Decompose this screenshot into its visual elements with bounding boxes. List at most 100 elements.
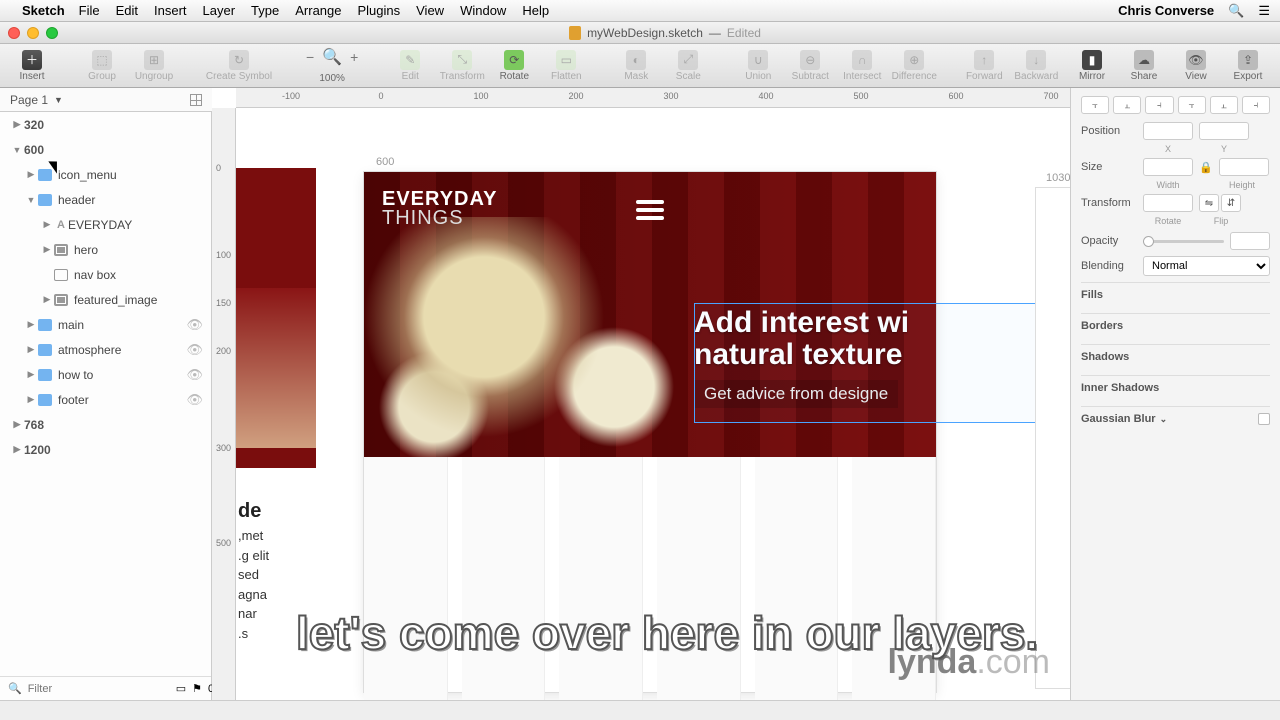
text-layer-icon: A [54,219,68,231]
window-titlebar: myWebDesign.sketch — Edited [0,22,1280,44]
window-close-button[interactable] [8,27,20,39]
artboard-next-preview[interactable] [1036,188,1070,688]
export-button[interactable]: ⇪Export [1224,46,1272,86]
align-right-button[interactable]: ⫞ [1145,96,1173,114]
intersect-button[interactable]: ∩Intersect [838,46,886,86]
layer-featured-image[interactable]: featured_image [0,287,211,312]
align-top-button[interactable]: ⫟ [1178,96,1206,114]
menu-help[interactable]: Help [522,3,549,18]
layer-everyday[interactable]: AEVERYDAY [0,212,211,237]
flip-h-button[interactable]: ⇋ [1199,194,1219,212]
align-center-v-button[interactable]: ⫠ [1210,96,1238,114]
difference-button[interactable]: ⊕Difference [890,46,938,86]
subtract-button[interactable]: ⊖Subtract [786,46,834,86]
menu-list-icon[interactable]: ☰ [1258,3,1270,19]
main-area: Page 1 ▼ 320 600 icon_menu header AEVERY… [0,88,1280,700]
layer-icon-menu[interactable]: icon_menu [0,162,211,187]
layer-footer[interactable]: footer👁 [0,387,211,412]
hamburger-icon[interactable] [636,200,664,220]
menu-window[interactable]: Window [460,3,506,18]
spotlight-icon[interactable]: 🔍 [1228,3,1244,19]
view-button[interactable]: 👁View [1172,46,1220,86]
transform-button[interactable]: ⤡Transform [438,46,486,86]
create-symbol-button[interactable]: ↻Create Symbol [200,46,278,86]
borders-section[interactable]: Borders [1081,313,1270,338]
zoom-icon[interactable]: 🔍 [322,47,342,67]
window-minimize-button[interactable] [27,27,39,39]
position-y-input[interactable] [1199,122,1249,140]
artboard-320[interactable]: 320 [0,112,211,137]
clipped-text: de met, g elit. sed agna nar s. [238,496,278,643]
flip-v-button[interactable]: ⇵ [1221,194,1241,212]
height-input[interactable] [1219,158,1269,176]
position-x-input[interactable] [1143,122,1193,140]
zoom-in-button[interactable]: + [348,49,360,65]
menu-layer[interactable]: Layer [203,3,236,18]
canvas[interactable]: 600 EVERYDAY THINGS Add interest winatur… [236,108,1070,700]
menu-type[interactable]: Type [251,3,279,18]
visibility-icon[interactable]: 👁 [186,317,203,333]
backward-button[interactable]: ↓Backward [1012,46,1060,86]
shadows-section[interactable]: Shadows [1081,344,1270,369]
scale-button[interactable]: ⤢Scale [664,46,712,86]
page-selector[interactable]: Page 1 ▼ [0,88,212,112]
align-bottom-button[interactable]: ⫞ [1242,96,1270,114]
folder-icon [38,369,52,381]
mirror-button[interactable]: ▮Mirror [1068,46,1116,86]
artboard-1200[interactable]: 1200 [0,437,211,462]
share-button[interactable]: ☁Share [1120,46,1168,86]
ruler-vertical[interactable]: 0 100 150 200 300 500 [212,108,236,700]
union-button[interactable]: ∪Union [734,46,782,86]
ungroup-button[interactable]: ⊞Ungroup [130,46,178,86]
align-left-button[interactable]: ⫟ [1081,96,1109,114]
menu-edit[interactable]: Edit [116,3,138,18]
visibility-icon[interactable]: 👁 [186,367,203,383]
layer-navbox[interactable]: nav box [0,262,211,287]
menu-arrange[interactable]: Arrange [295,3,341,18]
folder-icon [38,194,52,206]
edit-button[interactable]: ✎Edit [386,46,434,86]
menu-file[interactable]: File [79,3,100,18]
menu-view[interactable]: View [416,3,444,18]
width-input[interactable] [1143,158,1193,176]
flatten-button[interactable]: ▭Flatten [542,46,590,86]
filter-toggle-icon[interactable]: ▭ [176,682,186,695]
gaussian-blur-section[interactable]: Gaussian Blur⌄ [1081,406,1270,431]
window-zoom-button[interactable] [46,27,58,39]
ruler-horizontal[interactable]: -100 0 100 200 300 400 500 600 700 [236,88,1070,108]
menu-plugins[interactable]: Plugins [357,3,400,18]
visibility-icon[interactable]: 👁 [186,392,203,408]
opacity-input[interactable] [1230,232,1270,250]
filter-flag-icon[interactable]: ⚑ [192,682,202,695]
layer-main[interactable]: main👁 [0,312,211,337]
layer-hero[interactable]: hero [0,237,211,262]
mask-button[interactable]: ◐Mask [612,46,660,86]
artboard-768[interactable]: 768 [0,412,211,437]
layer-header[interactable]: header [0,187,211,212]
artboard-600[interactable]: 600 [0,137,211,162]
lock-aspect-icon[interactable]: 🔒 [1199,161,1213,174]
opacity-slider[interactable] [1143,240,1224,243]
rotate-input[interactable] [1143,194,1193,212]
inner-shadows-section[interactable]: Inner Shadows [1081,375,1270,400]
app-name[interactable]: Sketch [22,3,65,18]
blend-mode-select[interactable]: Normal [1143,256,1270,276]
menubar-user[interactable]: Chris Converse [1118,3,1214,18]
zoom-out-button[interactable]: − [304,49,316,65]
insert-button[interactable]: ＋Insert [8,46,56,86]
artboard-grid-icon[interactable] [190,94,202,106]
chevron-down-icon[interactable]: ⌄ [1160,414,1168,425]
visibility-icon[interactable]: 👁 [186,342,203,358]
layer-filter-input[interactable] [28,683,170,695]
group-button[interactable]: ⬚Group [78,46,126,86]
fills-section[interactable]: Fills [1081,282,1270,307]
forward-button[interactable]: ↑Forward [960,46,1008,86]
layer-howto[interactable]: how to👁 [0,362,211,387]
layer-atmosphere[interactable]: atmosphere👁 [0,337,211,362]
blur-checkbox[interactable] [1258,413,1270,425]
artboard-320-image [236,288,316,448]
menu-insert[interactable]: Insert [154,3,187,18]
align-center-h-button[interactable]: ⫠ [1113,96,1141,114]
document-title: myWebDesign.sketch [587,26,703,40]
rotate-button[interactable]: ⟳Rotate [490,46,538,86]
